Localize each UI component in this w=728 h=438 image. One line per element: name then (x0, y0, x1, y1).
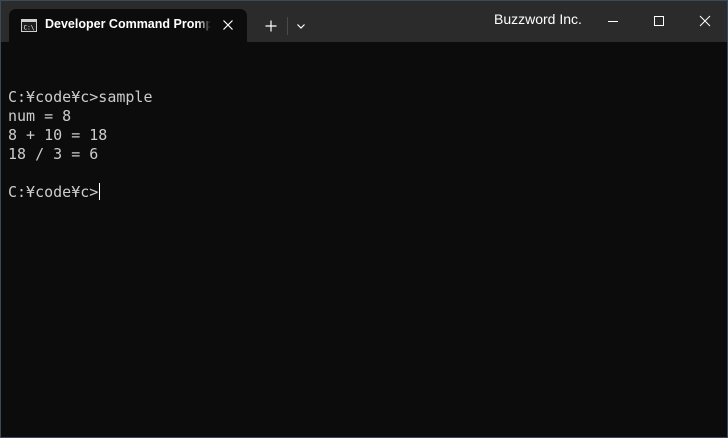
title-bar: C:\ Developer Command Prompt for VS Buzz… (1, 1, 727, 42)
terminal-line: 8 + 10 = 18 (8, 126, 108, 144)
terminal-output[interactable]: C:¥code¥c>sample num = 8 8 + 10 = 18 18 … (8, 69, 720, 429)
brand-label: Buzzword Inc. (494, 11, 582, 27)
maximize-button[interactable] (636, 1, 682, 42)
terminal-line: num = 8 (8, 107, 72, 125)
chevron-down-icon[interactable] (291, 13, 311, 39)
text-cursor (99, 183, 101, 200)
close-icon (699, 15, 711, 27)
terminal-line: 18 / 3 = 6 (8, 145, 99, 163)
tab-developer-command-prompt[interactable]: C:\ Developer Command Prompt for VS (9, 9, 247, 42)
minimize-button[interactable] (590, 1, 636, 42)
terminal-prompt-line[interactable]: C:¥code¥c> (8, 183, 720, 202)
close-icon[interactable] (221, 18, 235, 32)
terminal-line: C:¥code¥c>sample (8, 88, 153, 106)
maximize-icon (654, 16, 664, 26)
terminal-window: C:\ Developer Command Prompt for VS Buzz… (0, 0, 728, 438)
plus-icon[interactable] (258, 13, 284, 39)
prompt-text: C:¥code¥c> (8, 183, 99, 201)
tab-title: Developer Command Prompt for VS (45, 17, 211, 31)
minimize-icon (608, 21, 618, 22)
close-window-button[interactable] (682, 1, 727, 42)
command-prompt-icon: C:\ (21, 19, 37, 32)
tab-separator (287, 17, 288, 35)
svg-text:C:\: C:\ (24, 25, 35, 32)
